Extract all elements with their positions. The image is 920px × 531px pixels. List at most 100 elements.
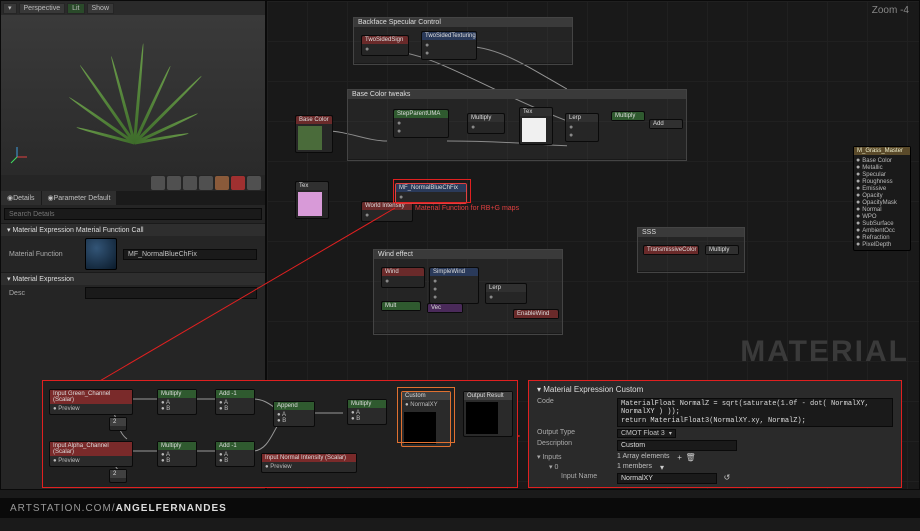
section-material-expression[interactable]: ▾ Material Expression	[1, 272, 265, 285]
tab-parameter-default[interactable]: ◉ Parameter Default	[42, 191, 118, 205]
reset-icon[interactable]: ↺	[723, 473, 731, 481]
node-tex1[interactable]: Tex	[519, 107, 553, 145]
pin[interactable]	[397, 128, 445, 135]
perspective-button[interactable]: Perspective	[19, 3, 66, 14]
custom-node[interactable]: Custom ● NormalXY	[401, 391, 451, 447]
desc-field[interactable]	[85, 287, 257, 299]
node-windparam2[interactable]: Mult	[381, 301, 421, 311]
result-pin[interactable]: Opacity	[856, 192, 908, 199]
show-button[interactable]: Show	[87, 3, 115, 14]
node-simplewind[interactable]: SimpleWind	[429, 267, 479, 304]
node-mult2[interactable]: Multiply	[611, 111, 645, 121]
pin[interactable]	[365, 212, 409, 219]
result-pin[interactable]: AmbientOcc	[856, 227, 908, 234]
input-green-channel[interactable]: Input Green_Channel (Scalar) ● Preview	[49, 389, 133, 415]
node-mult3[interactable]: Multiply	[705, 245, 739, 255]
result-pin[interactable]: OpacityMask	[856, 199, 908, 206]
node-worldint[interactable]: World Intensity	[361, 201, 413, 222]
function-detail-graph[interactable]: Input Green_Channel (Scalar) ● Preview I…	[42, 380, 518, 488]
result-pin[interactable]: Emissive	[856, 185, 908, 192]
result-pin[interactable]: SubSurface	[856, 220, 908, 227]
pin[interactable]	[425, 42, 473, 49]
pin[interactable]	[365, 46, 405, 53]
pin[interactable]	[569, 124, 595, 131]
material-function-thumb[interactable]	[85, 238, 117, 270]
result-pin[interactable]: Refraction	[856, 234, 908, 241]
node-twosidedsign[interactable]: TwoSidedSign	[361, 35, 409, 56]
description-field[interactable]: Custom	[617, 440, 737, 451]
result-pin[interactable]: PixelDepth	[856, 241, 908, 248]
append-node[interactable]: Append ● A● B	[273, 401, 315, 427]
node-transmissive[interactable]: TransmissiveColor	[643, 245, 699, 255]
node-add1[interactable]: Add	[649, 119, 683, 129]
multiply-1[interactable]: Multiply ● A● B	[157, 389, 197, 415]
node-mult1[interactable]: Multiply	[467, 113, 505, 134]
output-type-dropdown[interactable]: CMOT Float 3	[617, 429, 676, 438]
pin[interactable]	[471, 124, 501, 131]
node-mf-normal[interactable]: MF_NormalBlueChFix	[395, 183, 467, 204]
pin[interactable]	[433, 286, 475, 293]
grid-icon[interactable]	[247, 176, 261, 190]
pin-preview[interactable]: Preview	[58, 406, 79, 412]
pin[interactable]	[399, 194, 463, 201]
node-stepparent[interactable]: StepParentUMA	[393, 109, 449, 138]
pin[interactable]	[397, 120, 445, 127]
code-field[interactable]: MaterialFloat NormalZ = sqrt(saturate(1.…	[617, 398, 893, 427]
add-1[interactable]: Add -1 ● A● B	[215, 389, 255, 415]
clear-elements-icon[interactable]: 🗑	[687, 453, 695, 461]
result-pin[interactable]: Specular	[856, 171, 908, 178]
tex-swatch[interactable]	[298, 192, 322, 216]
const-2[interactable]: 2	[109, 469, 127, 483]
plane-icon[interactable]	[183, 176, 197, 190]
node-windparam3[interactable]: Vec	[427, 303, 463, 313]
pin[interactable]	[433, 278, 475, 285]
mesh-icon[interactable]	[231, 176, 245, 190]
preview-viewport[interactable]: ▾ Perspective Lit Show	[0, 0, 266, 190]
pin[interactable]	[489, 294, 523, 301]
pin[interactable]	[425, 50, 473, 57]
node-windparam1[interactable]: Wind	[381, 267, 425, 288]
search-input[interactable]	[4, 208, 262, 220]
tex-swatch[interactable]	[522, 118, 546, 142]
pin[interactable]	[569, 132, 595, 139]
const-1[interactable]: 2	[109, 417, 127, 431]
color-swatch[interactable]	[298, 126, 322, 150]
tab-details[interactable]: ◉ Details	[1, 191, 42, 205]
add-2[interactable]: Add -1 ● A● B	[215, 441, 255, 467]
multiply-3[interactable]: Multiply ● A● B	[347, 399, 387, 425]
result-pin[interactable]: WPO	[856, 213, 908, 220]
pin-preview[interactable]: Preview	[270, 464, 291, 470]
lit-button[interactable]: Lit	[67, 3, 84, 14]
viewport-menu-icon[interactable]: ▾	[3, 3, 17, 14]
cube-icon[interactable]	[199, 176, 213, 190]
node-twosidedtex[interactable]: TwoSidedTexturing	[421, 31, 477, 60]
node-lerp1[interactable]: Lerp	[565, 113, 599, 142]
result-pin[interactable]: Base Color	[856, 157, 908, 164]
input-normal-intensity[interactable]: Input Normal Intensity (Scalar) ● Previe…	[261, 453, 357, 473]
multiply-2[interactable]: Multiply ● A● B	[157, 441, 197, 467]
section-material-function-call[interactable]: ▾ Material Expression Material Function …	[1, 223, 265, 236]
sphere-icon[interactable]	[167, 176, 181, 190]
result-pin[interactable]: Normal	[856, 206, 908, 213]
pin-preview[interactable]: Preview	[58, 458, 79, 464]
chevron-down-icon[interactable]: ▾	[658, 463, 666, 471]
node-mult3-hdr: Multiply	[706, 246, 738, 254]
input-name-field[interactable]: NormalXY	[617, 473, 717, 484]
material-function-value[interactable]: MF_NormalBlueChFix	[123, 249, 257, 260]
output-result-node[interactable]: Output Result	[463, 391, 513, 437]
teapot-icon[interactable]	[215, 176, 229, 190]
add-element-icon[interactable]: +	[676, 453, 684, 461]
node-tex2[interactable]: Tex	[295, 181, 329, 219]
node-enablewind[interactable]: EnableWind	[513, 309, 559, 319]
node-lerp2[interactable]: Lerp	[485, 283, 527, 304]
pin[interactable]	[385, 278, 421, 285]
material-result-node[interactable]: M_Grass_Master Base Color Metallic Specu…	[853, 146, 911, 251]
result-pin[interactable]: Metallic	[856, 164, 908, 171]
result-pin[interactable]: Roughness	[856, 178, 908, 185]
pin[interactable]	[433, 294, 475, 301]
node-basecolor-param[interactable]: Base Color	[295, 115, 333, 153]
cylinder-icon[interactable]	[151, 176, 165, 190]
pin-normalxy[interactable]: NormalXY	[410, 402, 437, 408]
input-alpha-channel[interactable]: Input Alpha_Channel (Scalar) ● Preview	[49, 441, 133, 467]
viewport-3d[interactable]	[1, 15, 265, 175]
